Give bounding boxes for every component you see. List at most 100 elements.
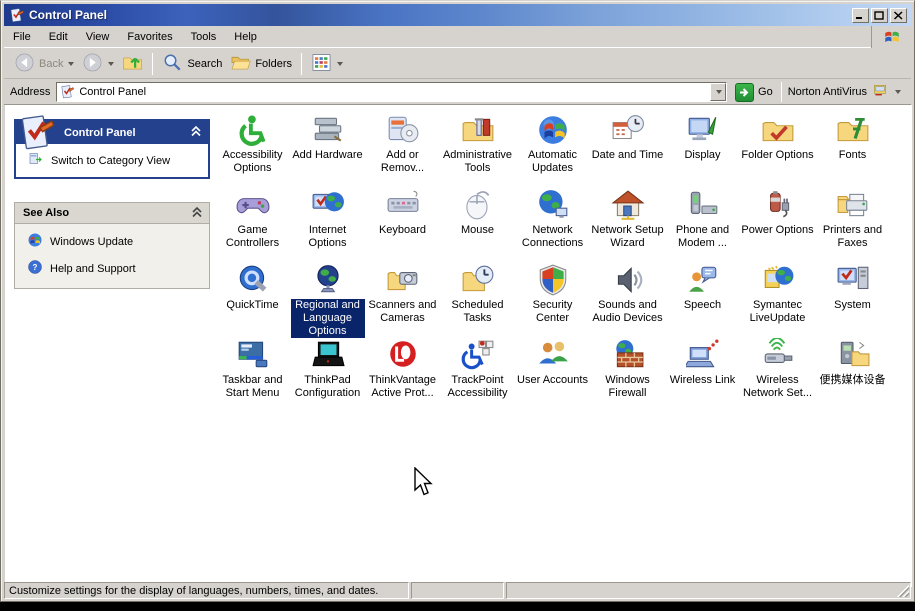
go-button[interactable] — [735, 83, 754, 102]
back-button[interactable]: Back — [10, 51, 78, 77]
control-panel-item-thinkvantage-protection[interactable]: ThinkVantage Active Prot... — [365, 335, 440, 410]
collapse-chevron-icon[interactable] — [190, 125, 202, 140]
control-panel-item-display[interactable]: Display — [665, 110, 740, 185]
back-dropdown-icon[interactable] — [68, 62, 74, 66]
control-panel-item-scanners-cameras[interactable]: Scanners and Cameras — [365, 260, 440, 335]
forward-dropdown-icon[interactable] — [108, 62, 114, 66]
toolbar-separator — [301, 53, 302, 75]
control-panel-item-security-center[interactable]: Security Center — [515, 260, 590, 335]
title-bar[interactable]: Control Panel — [4, 4, 911, 26]
menu-tools[interactable]: Tools — [182, 28, 226, 46]
search-icon — [162, 52, 183, 76]
item-label: Wireless Network Set... — [741, 374, 815, 400]
folders-label: Folders — [255, 58, 292, 70]
control-panel-item-automatic-updates[interactable]: Automatic Updates — [515, 110, 590, 185]
sidebar-item-label: Windows Update — [50, 236, 133, 248]
sidebar-see-also-header[interactable]: See Also — [15, 203, 209, 224]
trackpoint-accessibility-icon — [461, 338, 495, 372]
close-button[interactable] — [890, 8, 907, 23]
control-panel-item-accessibility-options[interactable]: Accessibility Options — [215, 110, 290, 185]
sidebar-item-help-and-support[interactable]: ?Help and Support — [15, 255, 209, 282]
views-dropdown-icon[interactable] — [337, 62, 343, 66]
forward-button[interactable] — [78, 51, 118, 77]
item-label: Network Setup Wizard — [591, 224, 665, 250]
control-panel-item-network-setup-wizard[interactable]: Network Setup Wizard — [590, 185, 665, 260]
control-panel-item-add-remove-programs[interactable]: Add or Remov... — [365, 110, 440, 185]
control-panel-icon-grid: Accessibility OptionsAdd HardwareAdd or … — [215, 110, 903, 410]
control-panel-icon — [15, 112, 57, 154]
search-button[interactable]: Search — [158, 51, 226, 77]
views-button[interactable] — [307, 51, 347, 77]
control-panel-item-game-controllers[interactable]: Game Controllers — [215, 185, 290, 260]
back-arrow-icon — [14, 52, 35, 76]
control-panel-item-add-hardware[interactable]: Add Hardware — [290, 110, 365, 185]
item-label: Security Center — [516, 299, 590, 325]
scheduled-tasks-icon — [461, 263, 495, 297]
address-dropdown-button[interactable] — [710, 83, 726, 101]
resize-grip[interactable] — [897, 585, 909, 597]
menu-bar: FileEditViewFavoritesToolsHelp — [4, 26, 911, 48]
folders-button[interactable]: Folders — [226, 51, 296, 77]
up-button[interactable] — [118, 51, 147, 77]
control-panel-item-symantec-liveupdate[interactable]: Symantec LiveUpdate — [740, 260, 815, 335]
control-panel-item-thinkpad-configuration[interactable]: ThinkPad Configuration — [290, 335, 365, 410]
control-panel-item-fonts[interactable]: Fonts — [815, 110, 890, 185]
address-label: Address — [10, 86, 50, 98]
norton-label: Norton AntiVirus — [788, 86, 867, 98]
norton-antivirus-menu[interactable]: Norton AntiVirus — [782, 83, 907, 101]
phone-modem-icon — [686, 188, 720, 222]
control-panel-item-phone-modem[interactable]: Phone and Modem ... — [665, 185, 740, 260]
menu-favorites[interactable]: Favorites — [118, 28, 181, 46]
search-label: Search — [187, 58, 222, 70]
item-label: Add Hardware — [292, 149, 362, 162]
item-label: Power Options — [741, 224, 813, 237]
control-panel-item-administrative-tools[interactable]: Administrative Tools — [440, 110, 515, 185]
sounds-audio-icon — [611, 263, 645, 297]
control-panel-item-sounds-audio[interactable]: Sounds and Audio Devices — [590, 260, 665, 335]
control-panel-item-printers-faxes[interactable]: Printers and Faxes — [815, 185, 890, 260]
folder-options-icon — [761, 113, 795, 147]
control-panel-item-taskbar-start-menu[interactable]: Taskbar and Start Menu — [215, 335, 290, 410]
control-panel-item-network-connections[interactable]: Network Connections — [515, 185, 590, 260]
menu-file[interactable]: File — [4, 28, 40, 46]
control-panel-item-speech[interactable]: Speech — [665, 260, 740, 335]
control-panel-item-internet-options[interactable]: Internet Options — [290, 185, 365, 260]
control-panel-item-trackpoint-accessibility[interactable]: TrackPoint Accessibility — [440, 335, 515, 410]
folder-content: Control Panel Switch to Category View Se… — [5, 105, 912, 587]
control-panel-item-folder-options[interactable]: Folder Options — [740, 110, 815, 185]
forward-arrow-icon — [82, 52, 103, 76]
norton-dropdown-icon[interactable] — [895, 90, 901, 94]
item-label: Speech — [684, 299, 721, 312]
status-text: Customize settings for the display of la… — [4, 582, 409, 599]
control-panel-item-user-accounts[interactable]: User Accounts — [515, 335, 590, 410]
menu-edit[interactable]: Edit — [40, 28, 77, 46]
add-hardware-icon — [311, 113, 345, 147]
address-input[interactable]: Control Panel — [56, 82, 727, 102]
sidebar-item-windows-update[interactable]: Windows Update — [15, 228, 209, 255]
control-panel-item-mouse[interactable]: Mouse — [440, 185, 515, 260]
up-folder-icon — [122, 52, 143, 76]
maximize-button[interactable] — [871, 8, 888, 23]
control-panel-item-regional-language[interactable]: Regional and Language Options — [290, 260, 365, 335]
control-panel-item-system[interactable]: System — [815, 260, 890, 335]
collapse-chevron-icon[interactable] — [191, 206, 203, 221]
control-panel-item-windows-firewall[interactable]: Windows Firewall — [590, 335, 665, 410]
menu-view[interactable]: View — [77, 28, 119, 46]
sidebar-control-panel-header[interactable]: Control Panel — [16, 121, 208, 144]
item-label: Symantec LiveUpdate — [741, 299, 815, 325]
control-panel-item-power-options[interactable]: Power Options — [740, 185, 815, 260]
sidebar-panel-title: See Also — [23, 207, 69, 219]
menu-help[interactable]: Help — [225, 28, 266, 46]
control-panel-item-keyboard[interactable]: Keyboard — [365, 185, 440, 260]
control-panel-item-portable-media-devices[interactable]: 便携媒体设备 — [815, 335, 890, 410]
control-panel-item-date-and-time[interactable]: Date and Time — [590, 110, 665, 185]
control-panel-item-wireless-link[interactable]: Wireless Link — [665, 335, 740, 410]
minimize-button[interactable] — [852, 8, 869, 23]
item-label: Taskbar and Start Menu — [216, 374, 290, 400]
accessibility-options-icon — [236, 113, 270, 147]
control-panel-item-quicktime[interactable]: QuickTime — [215, 260, 290, 335]
control-panel-item-scheduled-tasks[interactable]: Scheduled Tasks — [440, 260, 515, 335]
item-label: Scanners and Cameras — [366, 299, 440, 325]
control-panel-item-wireless-network-setup[interactable]: Wireless Network Set... — [740, 335, 815, 410]
keyboard-icon — [386, 188, 420, 222]
